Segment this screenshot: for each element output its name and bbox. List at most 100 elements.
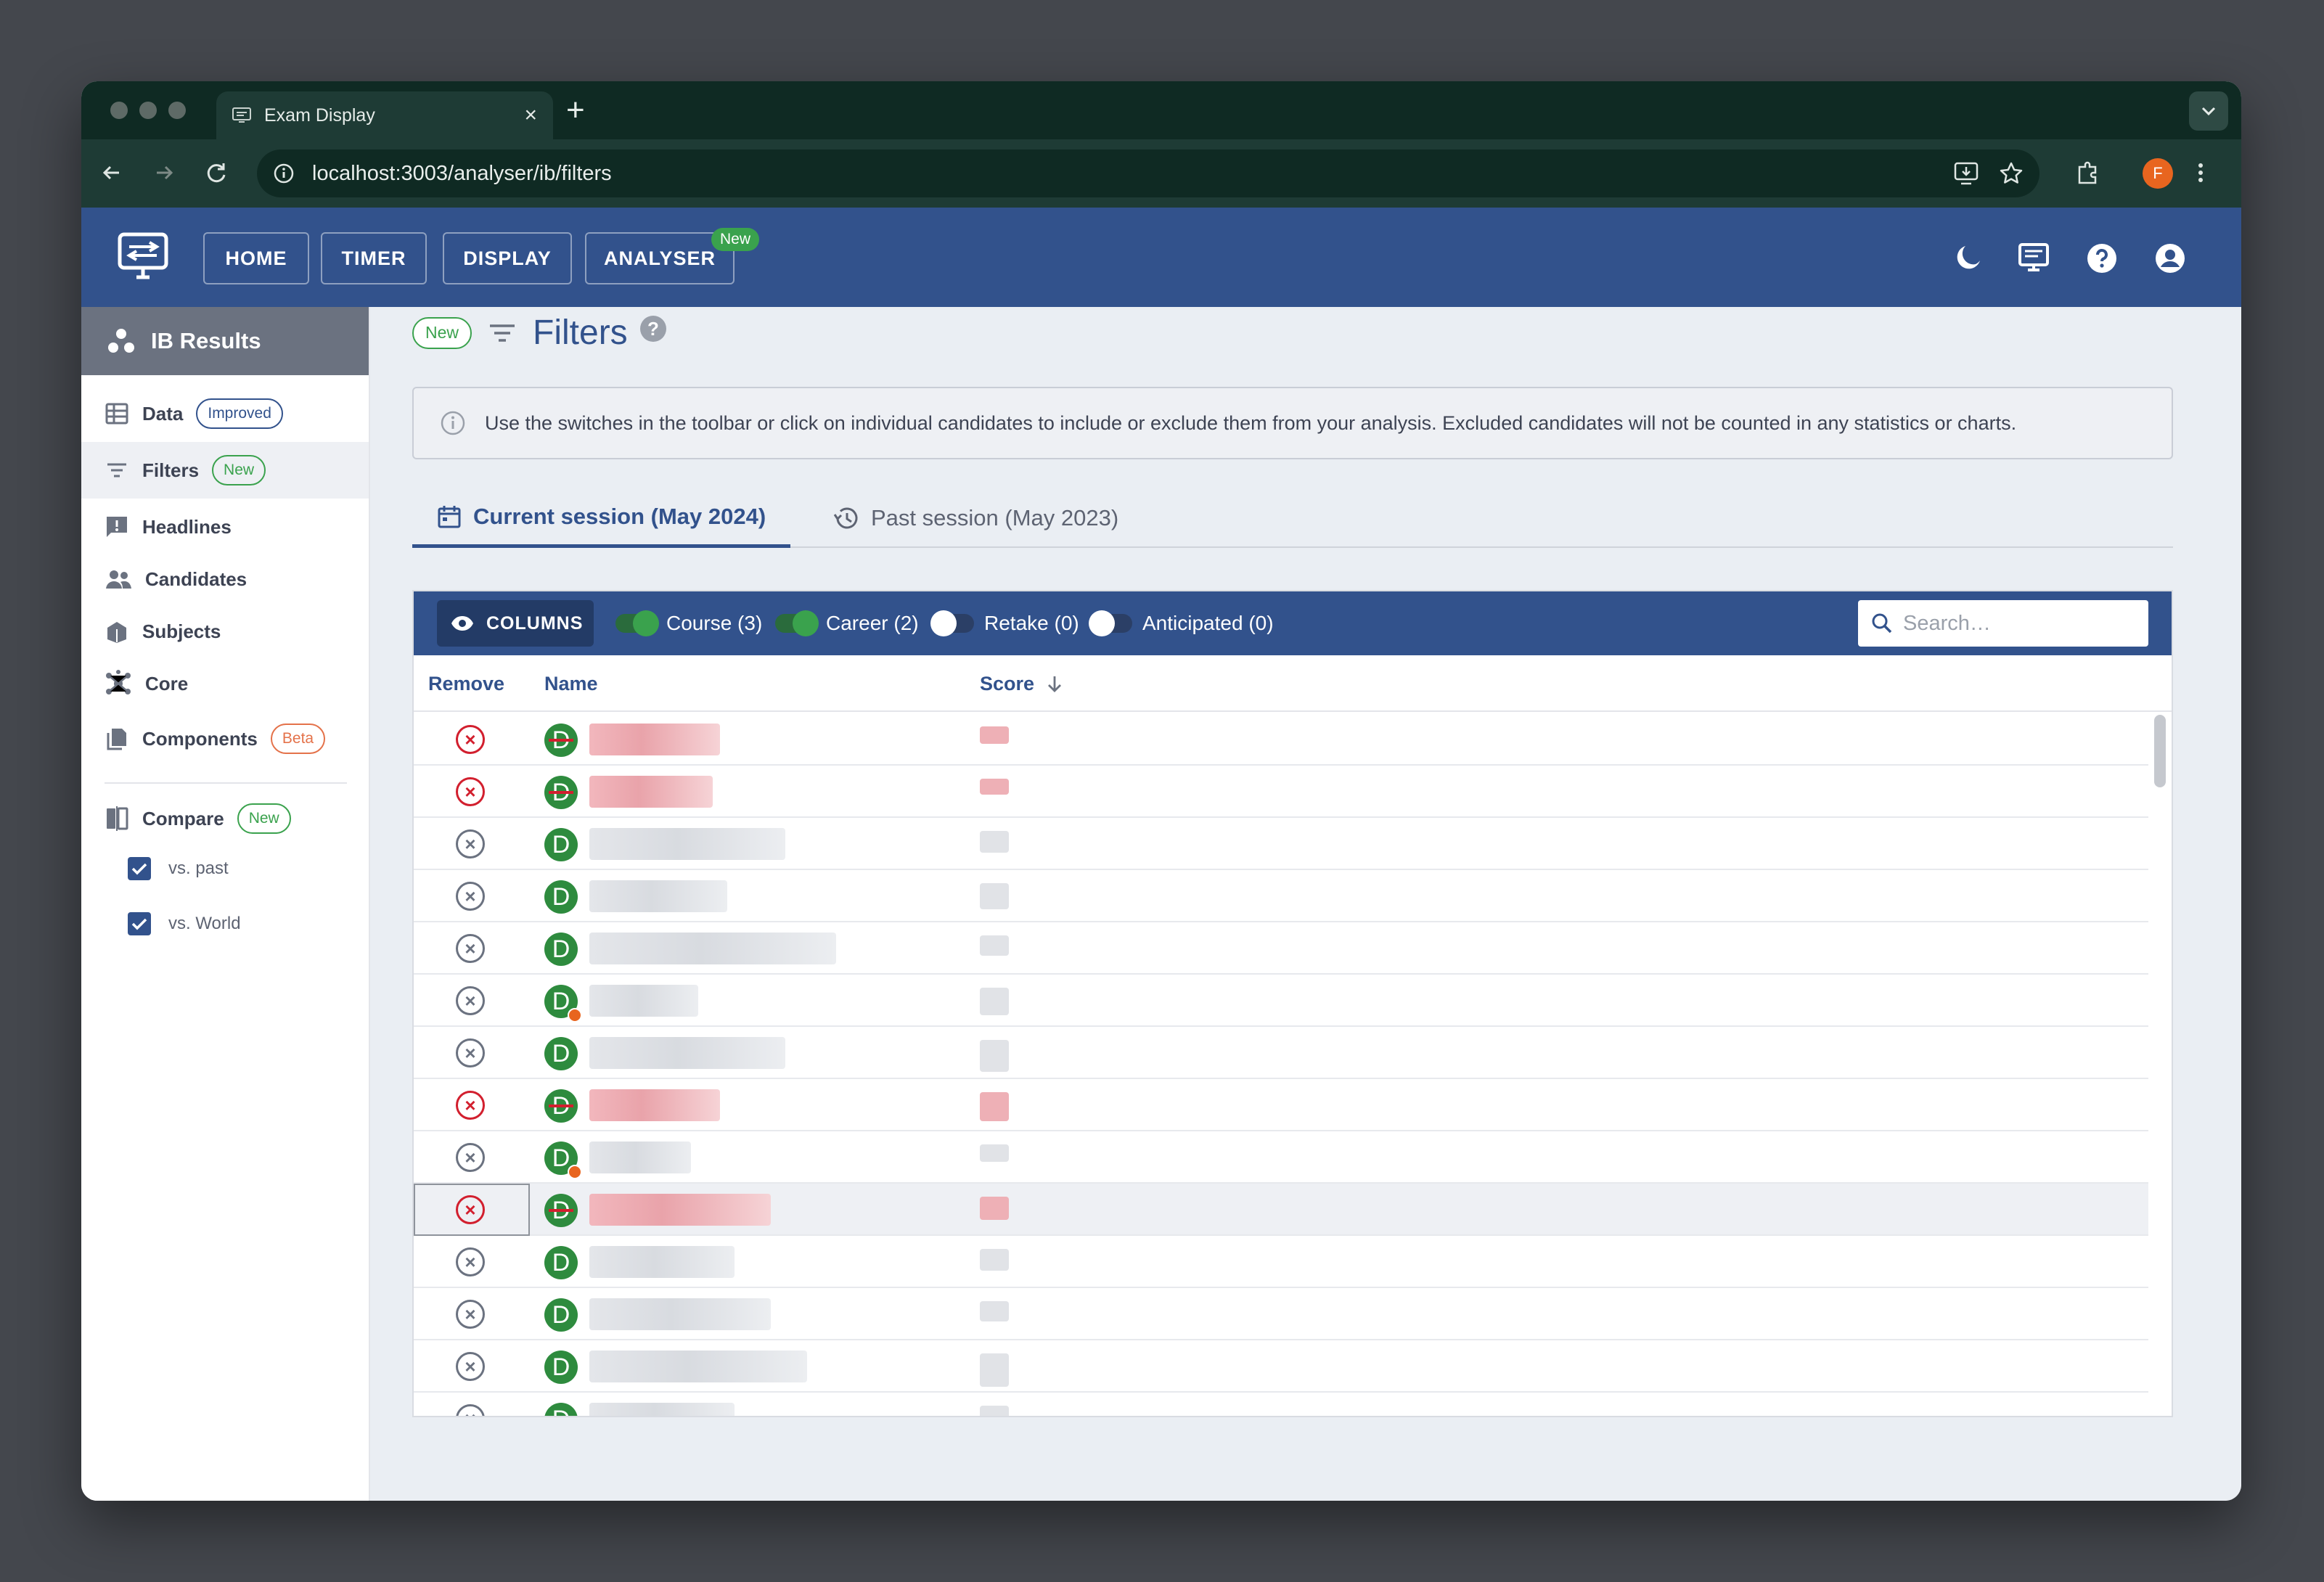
switch-knob[interactable] bbox=[930, 610, 957, 636]
cancel-circle-icon[interactable]: × bbox=[456, 1091, 485, 1120]
candidate-name-redacted[interactable] bbox=[589, 776, 713, 808]
column-header-name[interactable]: Name bbox=[544, 673, 598, 695]
switch-knob[interactable] bbox=[793, 610, 819, 636]
sidebar-item-core[interactable]: Core bbox=[81, 655, 369, 712]
sidebar-item-data[interactable]: Data Improved bbox=[81, 385, 369, 442]
nav-home-button[interactable]: HOME bbox=[203, 232, 309, 284]
table-row[interactable]: ×D bbox=[414, 1340, 2148, 1393]
browser-tab[interactable]: Exam Display × bbox=[216, 91, 553, 139]
table-row[interactable]: ×D bbox=[414, 870, 2148, 922]
window-zoom-dot[interactable] bbox=[168, 102, 186, 119]
table-row[interactable]: ×D bbox=[414, 1393, 2148, 1416]
table-row[interactable]: ×D bbox=[414, 818, 2148, 870]
cancel-circle-icon[interactable]: × bbox=[456, 1195, 485, 1224]
table-row[interactable]: ×D bbox=[414, 1131, 2148, 1184]
cancel-circle-icon[interactable]: × bbox=[456, 1247, 485, 1276]
sort-descending-icon[interactable] bbox=[1046, 674, 1063, 694]
browser-menu-icon[interactable] bbox=[2193, 158, 2208, 187]
help-icon[interactable] bbox=[2086, 242, 2118, 274]
cancel-circle-icon[interactable]: × bbox=[456, 934, 485, 963]
url-text[interactable]: localhost:3003/analyser/ib/filters bbox=[312, 162, 1936, 186]
compare-vs-world-checkbox[interactable]: vs. World bbox=[128, 912, 241, 935]
tab-current-session[interactable]: Current session (May 2024) bbox=[412, 488, 791, 548]
switch-knob[interactable] bbox=[633, 610, 659, 636]
candidate-name-redacted[interactable] bbox=[589, 1194, 771, 1226]
sidebar-item-headlines[interactable]: Headlines bbox=[81, 499, 369, 555]
profile-avatar[interactable]: F bbox=[2143, 158, 2173, 189]
compare-vs-past-checkbox[interactable]: vs. past bbox=[128, 857, 229, 880]
nav-display-button[interactable]: DISPLAY bbox=[443, 232, 572, 284]
bookmark-star-icon[interactable] bbox=[1999, 161, 2024, 186]
candidate-name-redacted[interactable] bbox=[589, 724, 720, 755]
tab-close-icon[interactable]: × bbox=[524, 104, 537, 126]
column-header-score[interactable]: Score bbox=[980, 673, 1063, 695]
candidate-name-redacted[interactable] bbox=[589, 1142, 691, 1173]
table-row[interactable]: ×D bbox=[414, 975, 2148, 1027]
sidebar-item-subjects[interactable]: Subjects bbox=[81, 603, 369, 660]
cancel-circle-icon[interactable]: × bbox=[456, 1352, 485, 1381]
switch-knob[interactable] bbox=[1089, 610, 1115, 636]
cancel-circle-icon[interactable]: × bbox=[456, 986, 485, 1015]
cancel-circle-icon[interactable]: × bbox=[456, 777, 485, 806]
table-row[interactable]: ×D bbox=[414, 1027, 2148, 1079]
sidebar-item-components[interactable]: Components Beta bbox=[81, 710, 369, 767]
cancel-circle-icon[interactable]: × bbox=[456, 829, 485, 858]
table-row[interactable]: ×D bbox=[414, 1236, 2148, 1288]
new-tab-icon[interactable]: + bbox=[566, 94, 585, 126]
sidebar-item-candidates[interactable]: Candidates bbox=[81, 551, 369, 607]
tab-past-session[interactable]: Past session (May 2023) bbox=[807, 488, 1143, 548]
switch-track[interactable] bbox=[615, 610, 659, 636]
cancel-circle-icon[interactable]: × bbox=[456, 1143, 485, 1172]
page-help-icon[interactable]: ? bbox=[640, 316, 666, 342]
columns-button[interactable]: COLUMNS bbox=[437, 600, 594, 647]
moon-icon[interactable] bbox=[1954, 242, 1984, 273]
extensions-icon[interactable] bbox=[2073, 158, 2102, 187]
cancel-circle-icon[interactable]: × bbox=[456, 1038, 485, 1067]
candidate-name-redacted[interactable] bbox=[589, 1351, 807, 1382]
cancel-circle-icon[interactable]: × bbox=[456, 1300, 485, 1329]
column-header-remove[interactable]: Remove bbox=[428, 673, 504, 695]
candidate-name-redacted[interactable] bbox=[589, 985, 698, 1017]
app-logo-icon[interactable] bbox=[118, 232, 168, 280]
table-row[interactable]: ×D bbox=[414, 922, 2148, 975]
candidate-name-redacted[interactable] bbox=[589, 1089, 720, 1121]
table-row[interactable]: ×D bbox=[414, 1079, 2148, 1131]
cancel-circle-icon[interactable]: × bbox=[456, 882, 485, 911]
candidate-name-redacted[interactable] bbox=[589, 1037, 785, 1069]
checkbox-checked-icon[interactable] bbox=[128, 912, 151, 935]
switch-track[interactable] bbox=[930, 610, 974, 636]
sidebar-item-compare[interactable]: Compare New bbox=[81, 790, 369, 847]
site-info-icon[interactable] bbox=[273, 163, 295, 184]
switch-track[interactable] bbox=[1089, 610, 1132, 636]
reload-icon[interactable] bbox=[202, 158, 231, 187]
account-icon[interactable] bbox=[2154, 242, 2186, 274]
cancel-circle-icon[interactable]: × bbox=[456, 1404, 485, 1416]
tab-search-icon[interactable] bbox=[2189, 91, 2228, 131]
table-scrollbar[interactable] bbox=[2154, 715, 2166, 787]
table-row[interactable]: ×D bbox=[414, 713, 2148, 766]
career-switch[interactable]: Career (2) bbox=[775, 610, 919, 636]
window-minimize-dot[interactable] bbox=[139, 102, 157, 119]
checkbox-checked-icon[interactable] bbox=[128, 857, 151, 880]
back-icon[interactable] bbox=[97, 158, 126, 187]
candidate-name-redacted[interactable] bbox=[589, 933, 836, 964]
cancel-circle-icon[interactable]: × bbox=[456, 725, 485, 754]
candidate-name-redacted[interactable] bbox=[589, 1403, 735, 1416]
candidate-name-redacted[interactable] bbox=[589, 880, 727, 912]
table-row[interactable]: ×D bbox=[414, 766, 2148, 818]
retake-switch[interactable]: Retake (0) bbox=[930, 610, 1079, 636]
candidate-name-redacted[interactable] bbox=[589, 828, 785, 860]
search-input[interactable]: Search… bbox=[1858, 600, 2148, 647]
course-switch[interactable]: Course (3) bbox=[615, 610, 762, 636]
table-row[interactable]: ×D bbox=[414, 1184, 2148, 1236]
switch-track[interactable] bbox=[775, 610, 819, 636]
anticipated-switch[interactable]: Anticipated (0) bbox=[1089, 610, 1274, 636]
monitor-icon[interactable] bbox=[2018, 242, 2050, 273]
address-bar[interactable]: localhost:3003/analyser/ib/filters bbox=[257, 149, 2039, 197]
candidate-name-redacted[interactable] bbox=[589, 1246, 735, 1278]
candidate-name-redacted[interactable] bbox=[589, 1298, 771, 1330]
window-close-dot[interactable] bbox=[110, 102, 128, 119]
sidebar-item-filters[interactable]: Filters New bbox=[81, 442, 369, 499]
nav-timer-button[interactable]: TIMER bbox=[321, 232, 427, 284]
forward-icon[interactable] bbox=[150, 158, 179, 187]
